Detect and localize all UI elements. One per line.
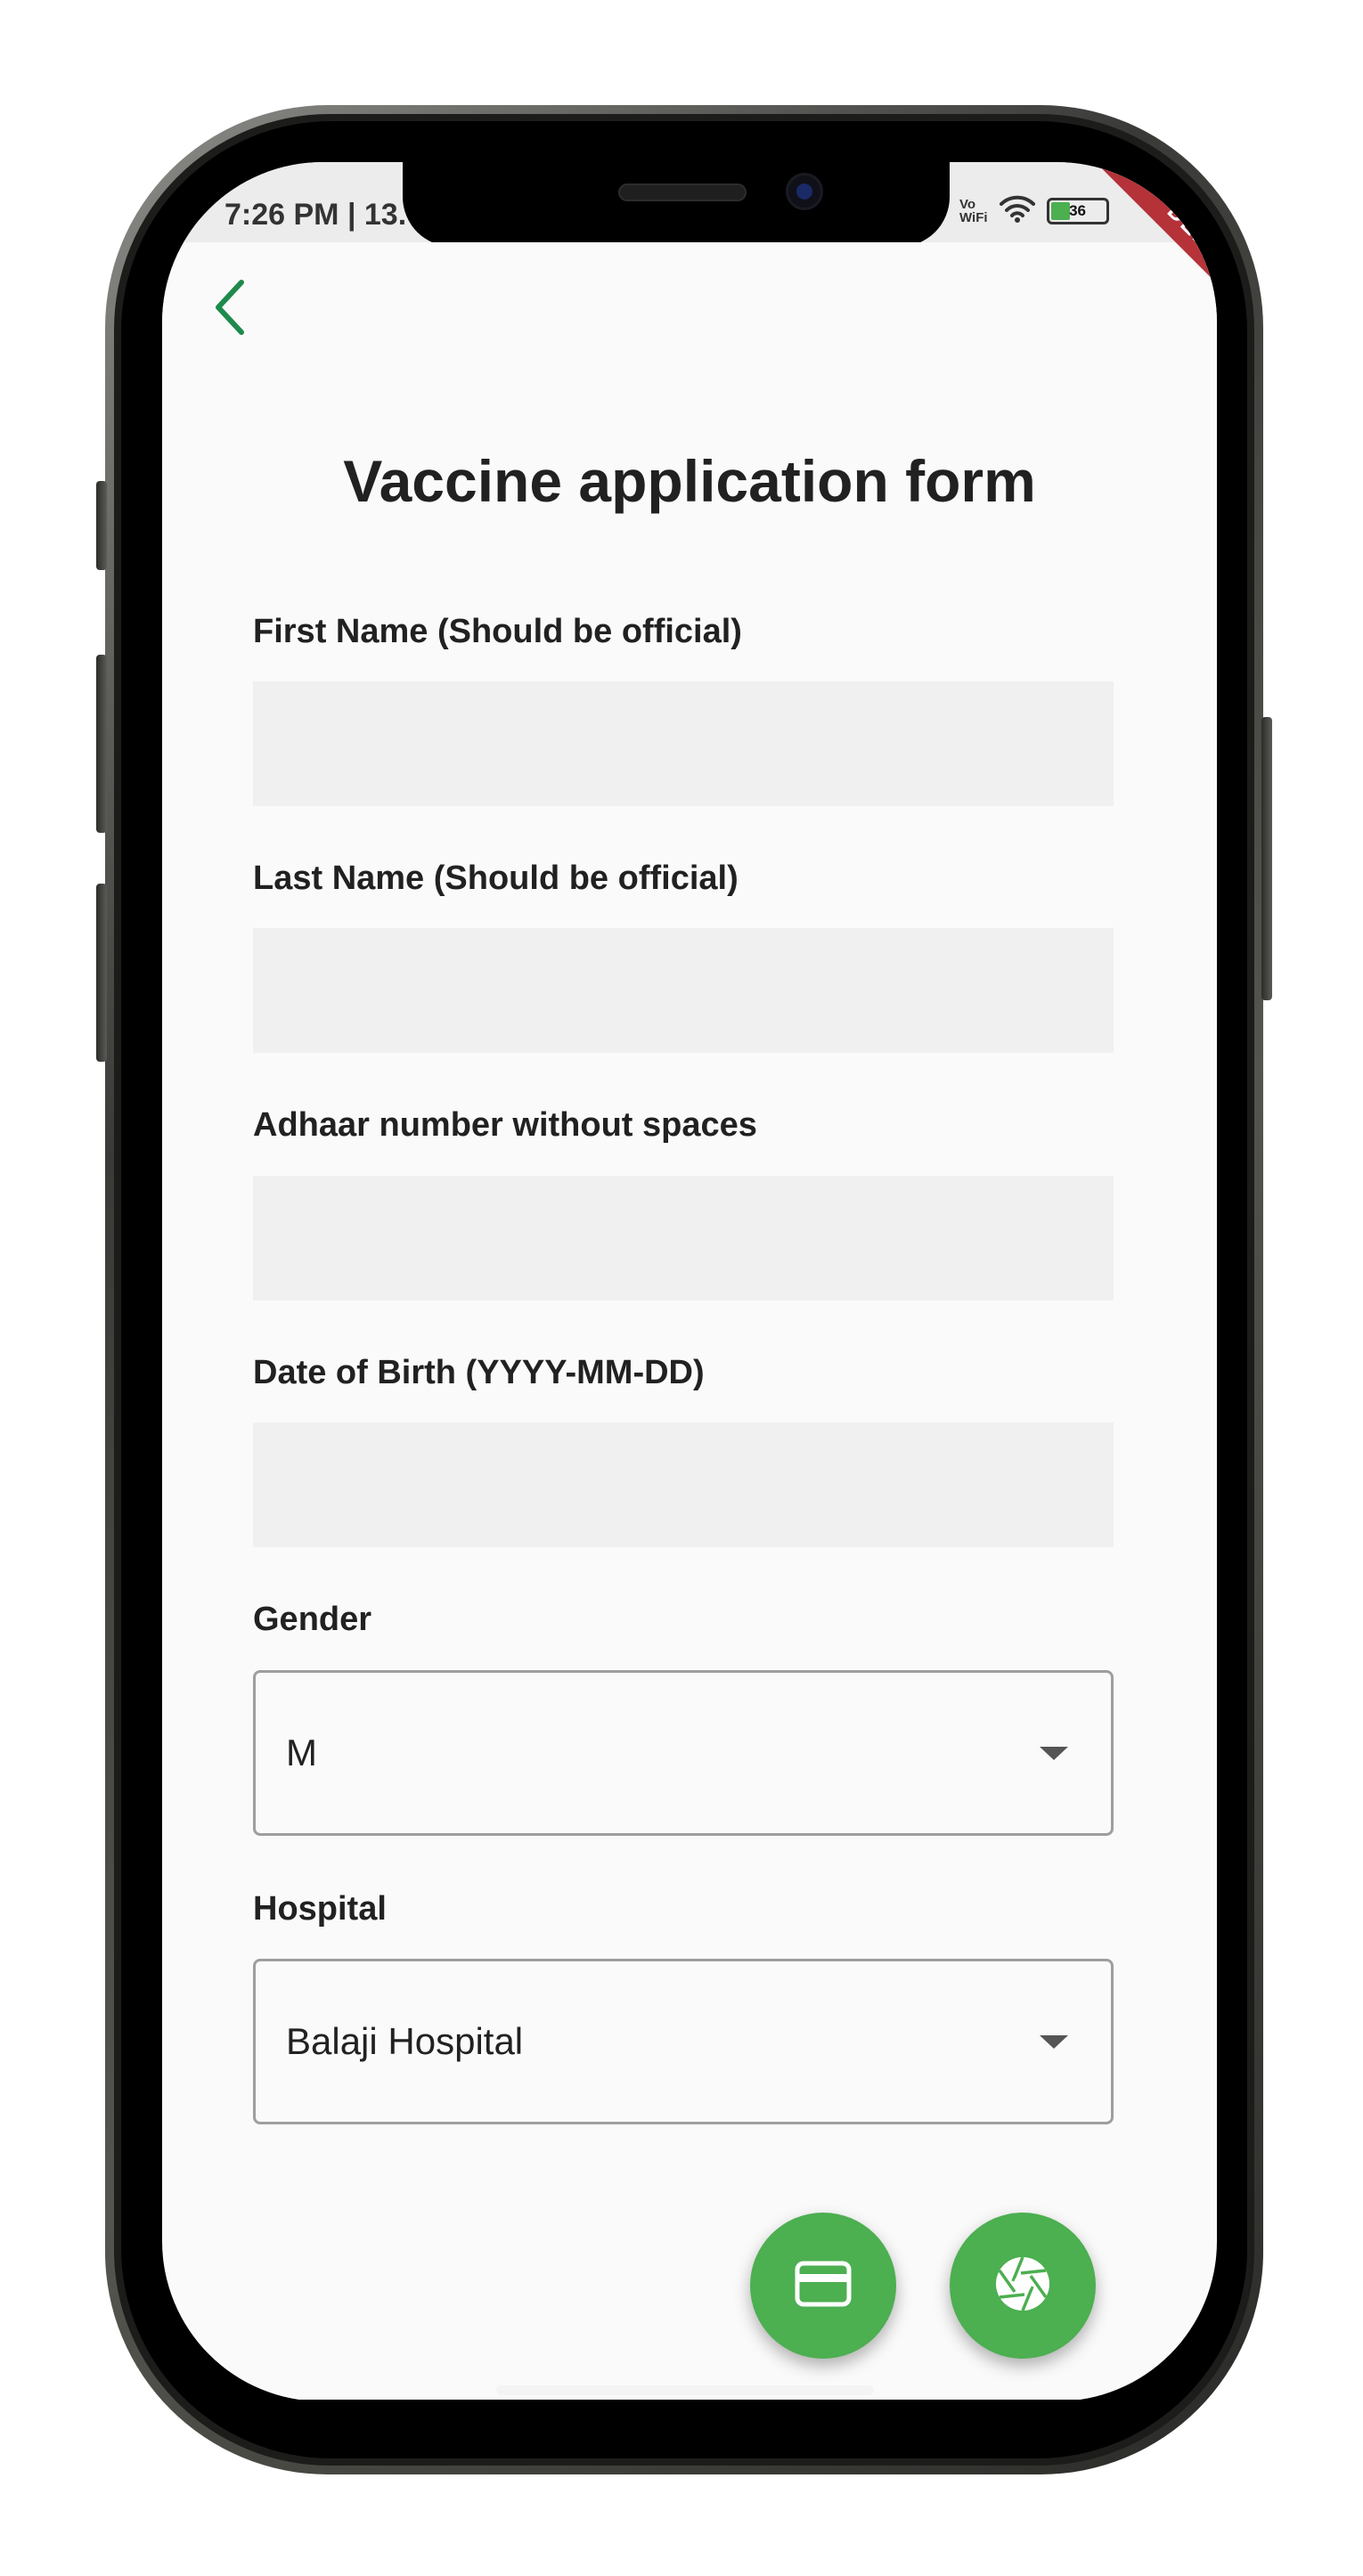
last-name-field[interactable] (253, 928, 1114, 1053)
app-bar (162, 242, 1217, 390)
battery-icon: 36 (1046, 197, 1109, 224)
first-name-label: First Name (Should be official) (253, 613, 742, 650)
back-button[interactable] (189, 269, 269, 349)
app-screen: 7:26 PM | 13. Vo WiFi 36 DEBUG Vaccine a… (162, 162, 1217, 2400)
hospital-dropdown[interactable]: Balaji Hospital (253, 1959, 1114, 2124)
volume-down-button (96, 884, 107, 1062)
battery-level: 36 (1069, 201, 1086, 219)
home-indicator[interactable] (496, 2385, 874, 2395)
dob-label: Date of Birth (YYYY-MM-DD) (253, 1354, 705, 1391)
hospital-label: Hospital (253, 1890, 387, 1928)
dob-field[interactable] (253, 1423, 1114, 1547)
vowifi-top: Vo (959, 196, 976, 212)
adhaar-field[interactable] (253, 1176, 1114, 1300)
vowifi-icon: Vo WiFi (959, 198, 988, 224)
earpiece-speaker (618, 183, 747, 201)
gender-selected-value: M (286, 1732, 317, 1773)
gender-label: Gender (253, 1601, 372, 1638)
page-title: Vaccine application form (343, 448, 1036, 514)
camera-button[interactable] (950, 2213, 1096, 2359)
mute-switch (96, 481, 107, 570)
power-button (1261, 717, 1272, 1000)
chevron-left-icon (211, 279, 247, 340)
status-time: 7:26 PM | 13. (224, 198, 407, 232)
phone-screen: 7:26 PM | 13. Vo WiFi 36 DEBUG Vaccine a… (162, 162, 1217, 2401)
vowifi-bottom: WiFi (959, 209, 988, 225)
dropdown-arrow-icon (1040, 2035, 1068, 2049)
volume-up-button (96, 655, 107, 833)
wifi-icon (999, 193, 1036, 228)
hospital-selected-value: Balaji Hospital (286, 2020, 524, 2062)
front-camera (786, 173, 823, 210)
gender-dropdown[interactable]: M (253, 1670, 1114, 1836)
card-button[interactable] (750, 2213, 896, 2359)
notch (403, 162, 950, 247)
credit-card-icon (795, 2261, 852, 2311)
camera-shutter-icon (993, 2254, 1052, 2318)
status-icons: Vo WiFi 36 (959, 193, 1109, 228)
dropdown-arrow-icon (1040, 1747, 1068, 1760)
last-name-label: Last Name (Should be official) (253, 860, 739, 897)
adhaar-label: Adhaar number without spaces (253, 1106, 757, 1144)
first-name-field[interactable] (253, 681, 1114, 806)
